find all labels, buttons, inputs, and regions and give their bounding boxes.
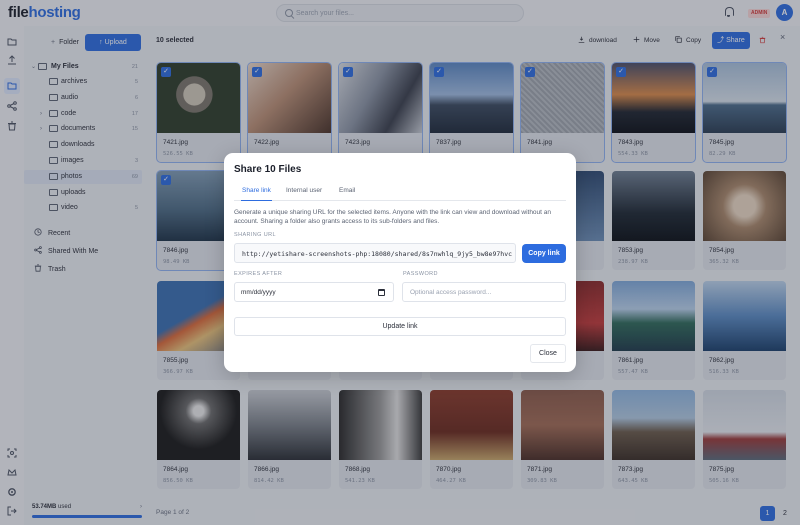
expires-label: EXPIRES AFTER — [234, 271, 283, 277]
share-dialog: Share 10 Files Share link Internal user … — [224, 153, 576, 372]
sharing-url-label: SHARING URL — [234, 232, 276, 238]
tab-email[interactable]: Email — [339, 187, 355, 201]
calendar-icon[interactable] — [378, 289, 385, 296]
dialog-title: Share 10 Files — [234, 164, 302, 175]
password-input[interactable]: Optional access password... — [402, 282, 566, 302]
expires-date-input[interactable]: mm/dd/yyyy — [234, 282, 394, 302]
tab-share-link[interactable]: Share link — [241, 187, 272, 201]
close-button[interactable]: Close — [530, 344, 566, 363]
tab-internal-user[interactable]: Internal user — [286, 187, 322, 201]
password-label: PASSWORD — [403, 271, 438, 277]
share-tabs: Share link Internal user Email — [234, 183, 566, 201]
share-description: Generate a unique sharing URL for the se… — [234, 209, 552, 225]
copy-link-button[interactable]: Copy link — [522, 244, 566, 263]
sharing-url-field[interactable]: http://yetishare-screenshots-php:18080/s… — [234, 243, 516, 263]
update-link-button[interactable]: Update link — [234, 317, 566, 336]
